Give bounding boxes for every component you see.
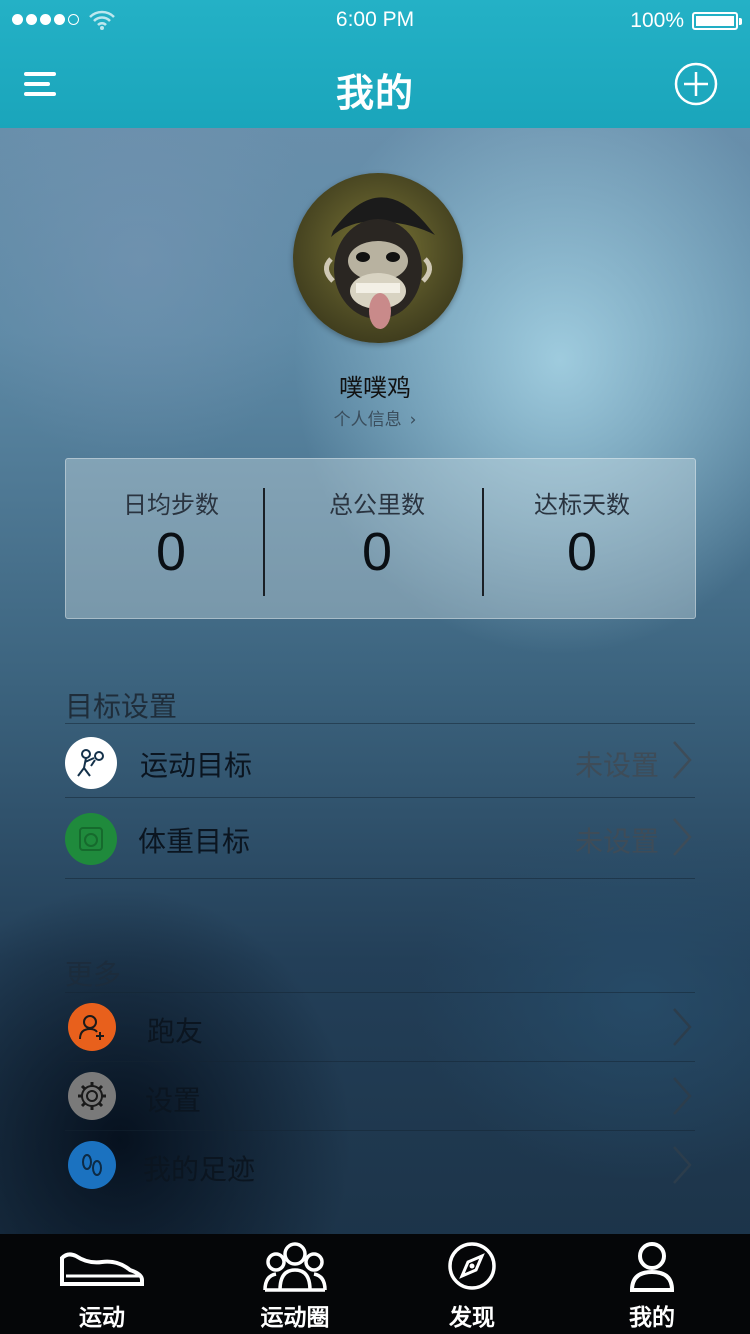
- goal-row-exercise[interactable]: 运动目标 未设置: [65, 724, 695, 797]
- chevron-right-icon: [673, 741, 692, 779]
- avatar[interactable]: [293, 173, 463, 343]
- monkey-avatar-icon: [324, 197, 435, 329]
- more-row-footprints[interactable]: 我的足迹: [65, 1131, 695, 1199]
- battery-icon: [692, 12, 742, 30]
- row-value: 未设置: [574, 825, 659, 858]
- stat-value: 0: [566, 522, 598, 582]
- stat-daily-steps: 日均步数 0: [66, 459, 276, 620]
- battery-percent: 100%: [630, 9, 684, 32]
- profile-info-label: 个人信息: [333, 410, 402, 430]
- gear-icon: [68, 1072, 116, 1120]
- chevron-right-icon: [673, 1146, 692, 1184]
- stat-divider: [263, 488, 265, 596]
- add-button[interactable]: [674, 62, 718, 106]
- tab-mine[interactable]: 我的: [572, 1234, 732, 1334]
- sneaker-icon: [60, 1252, 144, 1286]
- group-icon: [263, 1242, 327, 1292]
- page-title: 我的: [335, 71, 414, 115]
- exercise-icon: [65, 737, 117, 789]
- stat-total-km: 总公里数 0: [272, 459, 482, 620]
- row-value: 未设置: [574, 749, 659, 782]
- goal-row-weight[interactable]: 体重目标 未设置: [65, 798, 695, 878]
- row-label: 设置: [145, 1084, 202, 1117]
- row-label: 运动目标: [140, 749, 253, 782]
- username: 噗噗鸡: [339, 374, 411, 402]
- row-label: 我的足迹: [143, 1153, 256, 1186]
- row-label: 体重目标: [138, 825, 251, 858]
- tab-sport[interactable]: 运动: [22, 1234, 182, 1334]
- row-label: 跑友: [147, 1015, 204, 1048]
- add-friend-icon: [68, 1003, 116, 1051]
- compass-icon: [448, 1242, 496, 1290]
- stat-label: 总公里数: [329, 491, 425, 519]
- stat-goal-days: 达标天数 0: [477, 459, 687, 620]
- profile-info-link[interactable]: 个人信息 ›: [0, 405, 750, 430]
- section-title-more: 更多: [65, 958, 122, 991]
- tab-label: 运动圈: [260, 1305, 330, 1331]
- more-row-settings[interactable]: 设置: [65, 1062, 695, 1130]
- divider: [65, 878, 695, 879]
- stat-label: 日均步数: [123, 491, 219, 519]
- more-row-friends[interactable]: 跑友: [65, 993, 695, 1061]
- tab-label: 运动: [79, 1305, 125, 1331]
- person-icon: [629, 1242, 675, 1292]
- chevron-right-icon: ›: [409, 410, 417, 430]
- stat-value: 0: [361, 522, 393, 582]
- scale-icon: [65, 813, 117, 865]
- stats-card: 日均步数 0 总公里数 0 达标天数 0: [65, 458, 696, 619]
- top-bar: 6:00 PM 100% 我的: [0, 0, 750, 128]
- tab-bar: 运动 运动圈 发现 我的: [0, 1234, 750, 1334]
- stat-value: 0: [155, 522, 187, 582]
- status-bar: 6:00 PM 100%: [0, 0, 750, 40]
- stat-label: 达标天数: [534, 491, 630, 519]
- chevron-right-icon: [673, 1077, 692, 1115]
- tab-label: 发现: [449, 1305, 495, 1331]
- chevron-right-icon: [673, 818, 692, 856]
- tab-discover[interactable]: 发现: [392, 1234, 552, 1334]
- chevron-right-icon: [673, 1008, 692, 1046]
- tab-label: 我的: [629, 1305, 675, 1331]
- tab-sport-circle[interactable]: 运动圈: [215, 1234, 375, 1334]
- footprint-icon: [68, 1141, 116, 1189]
- section-title-goals: 目标设置: [65, 690, 178, 723]
